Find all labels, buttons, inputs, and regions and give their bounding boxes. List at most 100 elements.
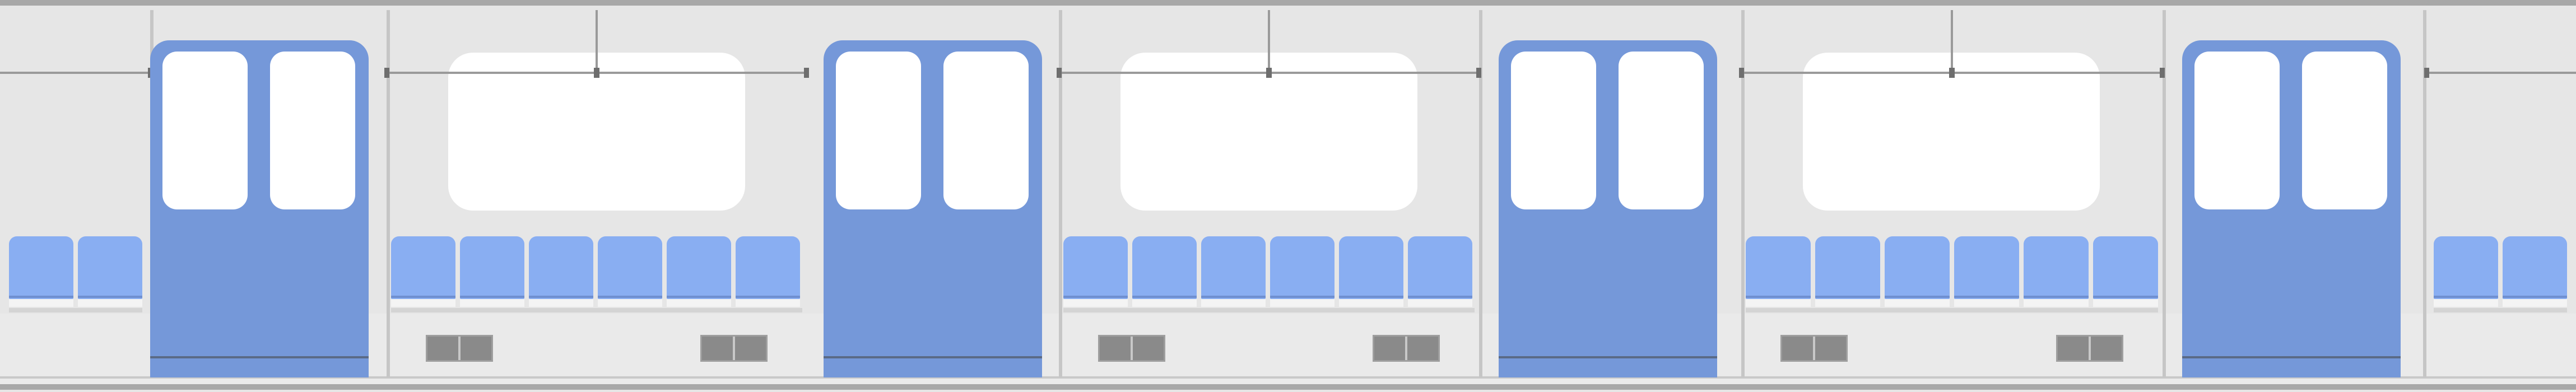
seat [1270,236,1335,299]
strap-hanger-pole [1951,10,1953,74]
seat-trim [1270,296,1335,298]
rail-bracket [1739,68,1744,78]
seat-trim [2024,296,2089,298]
door-sill [2182,356,2401,358]
seat-trim [667,296,731,298]
seat-base [1815,299,1880,307]
seat-trim [1132,296,1197,298]
seat-trim [9,296,73,298]
seat-base [1132,299,1197,307]
door-window [1511,52,1596,209]
vent-divider [458,337,461,360]
seat-trim [529,296,593,298]
seat [1954,236,2019,299]
seat-base [9,299,73,307]
seat [2093,236,2158,299]
door-window [943,52,1029,209]
seat-base [2024,299,2089,307]
seat-trim [78,296,142,298]
seat-trim [1063,296,1128,298]
seat [1339,236,1403,299]
rail-bracket [2160,68,2165,78]
seat [78,236,142,299]
rail-bracket [804,68,809,78]
wall-divider-3 [1059,10,1062,377]
seat [391,236,455,299]
seat-base [667,299,731,307]
seat-base [1339,299,1403,307]
vent-divider [1405,337,1407,360]
seat-base [598,299,662,307]
rail-bracket [384,68,389,78]
seat-trim [598,296,662,298]
door-window [2302,52,2387,209]
rail-bracket [1057,68,1062,78]
grab-rail-end-right [2426,72,2576,74]
seat-trim [2434,296,2498,298]
seat [1815,236,1880,299]
seat [736,236,800,299]
seat-base [1746,299,1811,307]
rail-bracket [1266,68,1272,78]
rail-bracket [594,68,599,78]
door-window [2194,52,2280,209]
seat-trim [2503,296,2567,298]
seat-trim [1954,296,2019,298]
seat-base [1954,299,2019,307]
bench-shadow [391,308,802,312]
seat-base [78,299,142,307]
rail-bracket [2424,68,2429,78]
strap-hanger-pole [596,10,598,74]
seat-trim [1815,296,1880,298]
door-window [1619,52,1704,209]
wall-divider-6 [2163,10,2166,377]
rail-bracket [1949,68,1955,78]
wall-divider-5 [1741,10,1745,377]
seat [2024,236,2089,299]
seat [460,236,524,299]
seat-trim [460,296,524,298]
bench-shadow [1746,308,2158,312]
seat [1063,236,1128,299]
seat-base [736,299,800,307]
door-window [836,52,921,209]
seat-base [1408,299,1472,307]
wall-divider-7 [2423,10,2426,377]
seat [529,236,593,299]
seat [667,236,731,299]
wall-divider-4 [1479,10,1482,377]
seat-trim [1408,296,1472,298]
seat-base [1201,299,1266,307]
floor-rail [0,384,2576,390]
seat-trim [1746,296,1811,298]
seat [2434,236,2498,299]
seat [598,236,662,299]
vent-divider [733,337,735,360]
seat-base [460,299,524,307]
seat-base [2434,299,2498,307]
vent-divider [1131,337,1133,360]
door-sill [150,356,369,358]
door-sill [1499,356,1717,358]
seat-trim [736,296,800,298]
bench-shadow [1063,308,1475,312]
grab-rail-end-left [0,72,150,74]
seat-base [2503,299,2567,307]
vent-divider [1813,337,1815,360]
seat [1746,236,1811,299]
door-sill [824,356,1042,358]
seat-trim [1885,296,1950,298]
seat [9,236,73,299]
ceiling-rail [0,0,2576,6]
vent-divider [2089,337,2091,360]
seat-trim [2093,296,2158,298]
door-window [270,52,355,209]
seat [2503,236,2567,299]
seat-base [2093,299,2158,307]
train-carriage-scene [0,0,2576,392]
seat-base [1885,299,1950,307]
seat-trim [1201,296,1266,298]
rail-bracket [1476,68,1481,78]
seat [1201,236,1266,299]
seat-base [529,299,593,307]
